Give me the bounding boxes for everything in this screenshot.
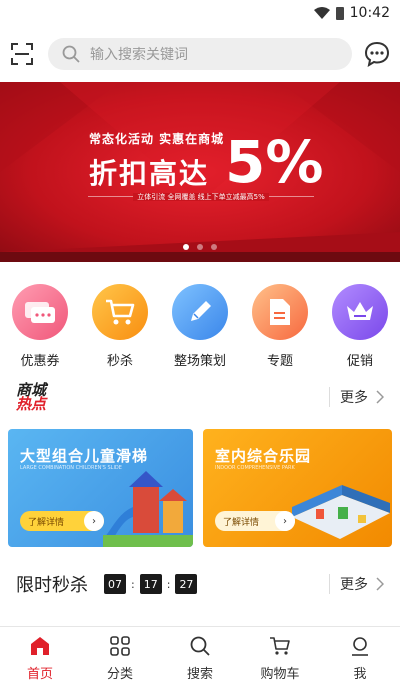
banner-dots[interactable] [0,244,400,250]
countdown-seconds: 27 [175,574,198,594]
banner-dot[interactable] [211,244,217,250]
tab-label: 首页 [26,667,53,682]
flash-title: 限时秒杀 [16,575,88,596]
countdown-timer: 07 : 17 : 27 [104,574,198,594]
slide-illustration [103,471,194,547]
tab-home[interactable]: 首页 [0,627,80,690]
arrow-right-icon: › [275,511,296,531]
bottom-tab-bar: 首页 分类 搜索 购物车 我 [0,626,400,690]
countdown-sep: : [131,577,135,591]
flash-sale-header: 限时秒杀 07 : 17 : 27 更多 [0,559,400,609]
tab-cart[interactable]: 购物车 [240,627,320,690]
card-title: 室内综合乐园 [215,447,312,465]
tab-category[interactable]: 分类 [80,627,160,690]
chevron-right-icon [376,577,384,591]
quick-label: 促销 [346,354,373,369]
hot-cards: 大型组合儿童滑梯 LARGE COMBINATION CHILDREN'S SL… [0,429,400,547]
tab-label: 搜索 [186,667,213,682]
search-icon [62,45,80,63]
tab-label: 分类 [106,667,133,682]
card-title: 大型组合儿童滑梯 [20,447,149,465]
search-input[interactable]: 输入搜索关键词 [48,38,352,70]
card-subtitle: INDOOR COMPREHENSIVE PARK [215,465,295,471]
tab-label: 我 [353,667,367,682]
card-slide[interactable]: 大型组合儿童滑梯 LARGE COMBINATION CHILDREN'S SL… [8,429,194,547]
coupon-chat-icon [12,284,68,340]
hot-logo-line2: 热点 [16,395,47,413]
tab-me[interactable]: 我 [320,627,400,690]
tab-search[interactable]: 搜索 [160,627,240,690]
countdown-sep: : [166,577,171,591]
quick-topic[interactable]: 专题 [250,284,310,372]
hot-section-header: 商城 热点 更多 [0,372,400,422]
scan-icon[interactable] [10,42,34,66]
chevron-right-icon [376,390,384,404]
more-label: 更多 [340,577,368,593]
quick-coupon[interactable]: 优惠券 [10,284,70,372]
banner-line2: 折扣高达 [89,157,210,190]
user-icon [352,637,368,656]
document-icon [252,284,308,340]
grid-icon [110,636,130,656]
more-label: 更多 [340,390,368,406]
wifi-icon [313,7,330,19]
banner-sub: 立体引流 全网覆盖 线上下单立减最高5% [88,192,314,202]
status-time: 10:42 [349,5,390,21]
home-icon [31,637,49,655]
cart-icon [92,284,148,340]
tab-label: 购物车 [260,667,300,682]
banner-dot[interactable] [183,244,189,250]
search-header: 输入搜索关键词 [0,26,400,82]
quick-label: 优惠券 [20,354,60,369]
countdown-minutes: 17 [139,574,162,594]
quick-promotion[interactable]: 促销 [330,284,390,372]
crown-icon [332,284,388,340]
message-icon[interactable] [364,41,390,67]
card-btn-label: 了解详情 [223,517,260,528]
quick-label: 专题 [266,354,293,369]
search-placeholder: 输入搜索关键词 [90,47,188,63]
quick-label: 秒杀 [106,354,133,369]
search-icon [190,636,210,656]
banner-line1: 常态化活动 实惠在商城 [89,132,225,146]
card-btn-label: 了解详情 [28,517,65,528]
hot-more-button[interactable]: 更多 [329,387,384,407]
pencil-icon [172,284,228,340]
countdown-hours: 07 [104,574,126,594]
battery-icon [335,6,344,20]
promo-banner[interactable]: 常态化活动 实惠在商城 折扣高达 5% 立体引流 全网覆盖 线上下单立减最高5% [0,82,400,262]
flash-more-button[interactable]: 更多 [329,574,384,594]
banner-percent: 5% [225,128,324,196]
card-indoor-park[interactable]: 室内综合乐园 INDOOR COMPREHENSIVE PARK 了解详情 › [203,429,392,547]
status-bar: 10:42 [0,0,400,26]
quick-label: 整场策划 [173,354,226,369]
quick-seckill[interactable]: 秒杀 [90,284,150,372]
arrow-right-icon: › [84,511,104,531]
park-illustration [292,485,390,539]
banner-stage [0,252,400,262]
card-detail-button[interactable]: 了解详情 › [215,511,296,531]
cart-icon [270,637,290,655]
card-detail-button[interactable]: 了解详情 › [20,511,104,531]
quick-planning[interactable]: 整场策划 [170,284,230,372]
hot-logo: 商城 热点 [16,383,47,413]
banner-dot[interactable] [197,244,203,250]
quick-entry-row: 优惠券 秒杀 整场策划 专题 促销 [0,262,400,372]
